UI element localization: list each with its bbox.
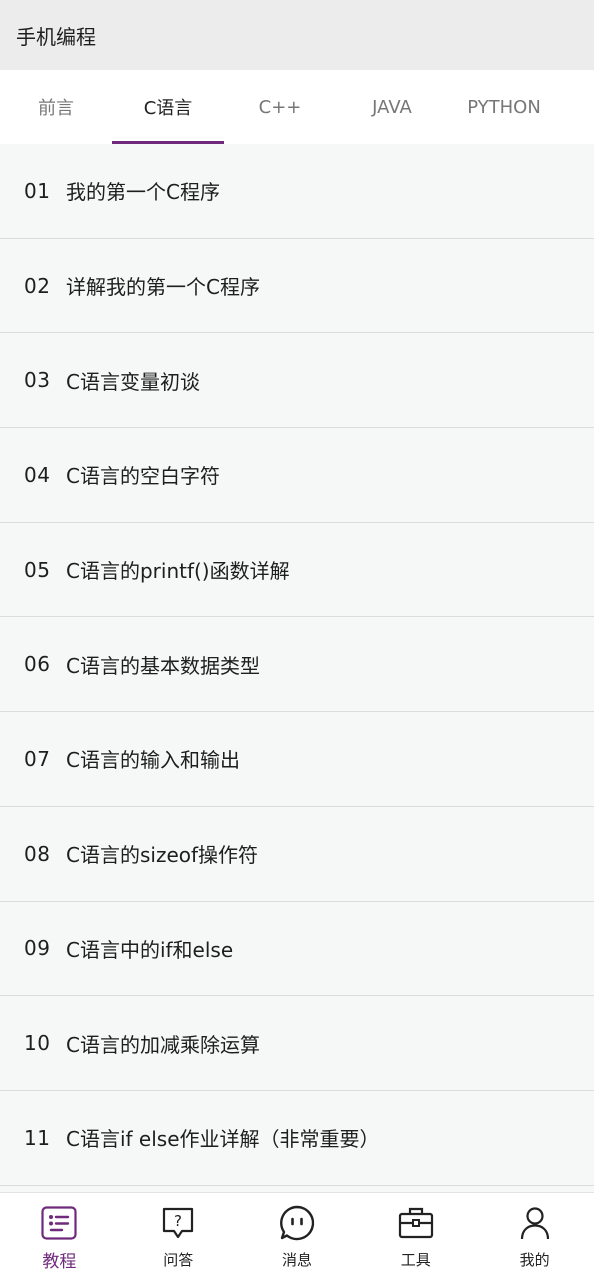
tab-c-language[interactable]: C语言 [112, 70, 224, 144]
lesson-number: 05 [24, 557, 51, 582]
nav-label: 我的 [519, 1251, 550, 1269]
nav-label: 教程 [42, 1252, 77, 1272]
lesson-title: 我的第一个C程序 [66, 180, 220, 205]
list-item[interactable]: 06 C语言的基本数据类型 [0, 617, 594, 713]
list-item[interactable]: 08 C语言的sizeof操作符 [0, 806, 594, 902]
lesson-list[interactable]: 01 我的第一个C程序 02 详解我的第一个C程序 03 C语言变量初谈 04 C语言的… [0, 144, 594, 1192]
lesson-title: C语言的printf()函数详解 [66, 559, 290, 584]
lesson-number: 04 [24, 462, 51, 487]
lesson-number: 01 [24, 178, 51, 203]
lesson-title: C语言的加减乘除运算 [66, 1032, 260, 1057]
lesson-number: 08 [24, 841, 51, 866]
lesson-title: C语言的基本数据类型 [66, 653, 260, 678]
list-item[interactable]: 10 C语言的加减乘除运算 [0, 996, 594, 1091]
tab-label: PYTHON [467, 96, 541, 118]
lesson-number: 09 [24, 936, 51, 961]
nav-label: 工具 [400, 1251, 431, 1269]
nav-label: 消息 [281, 1251, 312, 1269]
app-bar: 手机编程 [0, 0, 594, 70]
chat-bubble-icon [279, 1205, 315, 1241]
lesson-title: C语言if else作业详解（非常重要） [66, 1127, 380, 1152]
tab-label: C++ [258, 96, 302, 118]
question-bubble-icon: ? [160, 1205, 196, 1241]
lesson-number: 02 [24, 273, 51, 298]
tab-java[interactable]: JAVA [336, 70, 448, 144]
tab-label: JAVA [372, 96, 412, 118]
nav-label: 问答 [163, 1251, 194, 1269]
list-item[interactable]: 03 C语言变量初谈 [0, 333, 594, 429]
list-item[interactable]: 07 C语言的输入和输出 [0, 712, 594, 807]
list-item[interactable]: 02 详解我的第一个C程序 [0, 238, 594, 334]
lesson-number: 07 [24, 746, 51, 771]
category-tabs: 前言 C语言 C++ JAVA PYTHON [0, 70, 594, 144]
lesson-title: C语言中的if和else [66, 937, 234, 962]
lesson-title: C语言的输入和输出 [66, 748, 240, 773]
tab-cpp[interactable]: C++ [224, 70, 336, 144]
toolbox-icon [398, 1205, 434, 1241]
lesson-title: 详解我的第一个C程序 [66, 275, 260, 300]
svg-text:?: ? [174, 1212, 182, 1230]
tab-python[interactable]: PYTHON [448, 70, 560, 144]
list-item[interactable]: 09 C语言中的if和else [0, 901, 594, 997]
tab-label: 前言 [38, 98, 74, 119]
nav-profile[interactable]: 我的 [475, 1193, 594, 1280]
nav-tutorial[interactable]: 教程 [0, 1193, 119, 1280]
nav-tools[interactable]: 工具 [356, 1193, 475, 1280]
list-item[interactable]: 11 C语言if else作业详解（非常重要） [0, 1090, 594, 1186]
tab-label: C语言 [143, 98, 193, 119]
tab-preface[interactable]: 前言 [0, 70, 112, 144]
list-item[interactable]: 04 C语言的空白字符 [0, 428, 594, 523]
lesson-number: 10 [24, 1031, 51, 1056]
list-item[interactable]: 01 我的第一个C程序 [0, 144, 594, 239]
app-title: 手机编程 [16, 24, 96, 49]
person-icon [517, 1205, 553, 1241]
lesson-title: C语言变量初谈 [66, 369, 200, 394]
nav-messages[interactable]: 消息 [238, 1193, 357, 1280]
nav-qa[interactable]: ? 问答 [119, 1193, 238, 1280]
bottom-navigation: 教程 ? 问答 消息 工具 我的 [0, 1192, 594, 1280]
list-icon [41, 1205, 77, 1241]
lesson-title: C语言的sizeof操作符 [66, 843, 259, 868]
lesson-number: 11 [24, 1125, 51, 1150]
lesson-number: 06 [24, 652, 51, 677]
lesson-number: 03 [24, 368, 51, 393]
list-item[interactable]: 05 C语言的printf()函数详解 [0, 522, 594, 618]
lesson-title: C语言的空白字符 [66, 464, 220, 489]
